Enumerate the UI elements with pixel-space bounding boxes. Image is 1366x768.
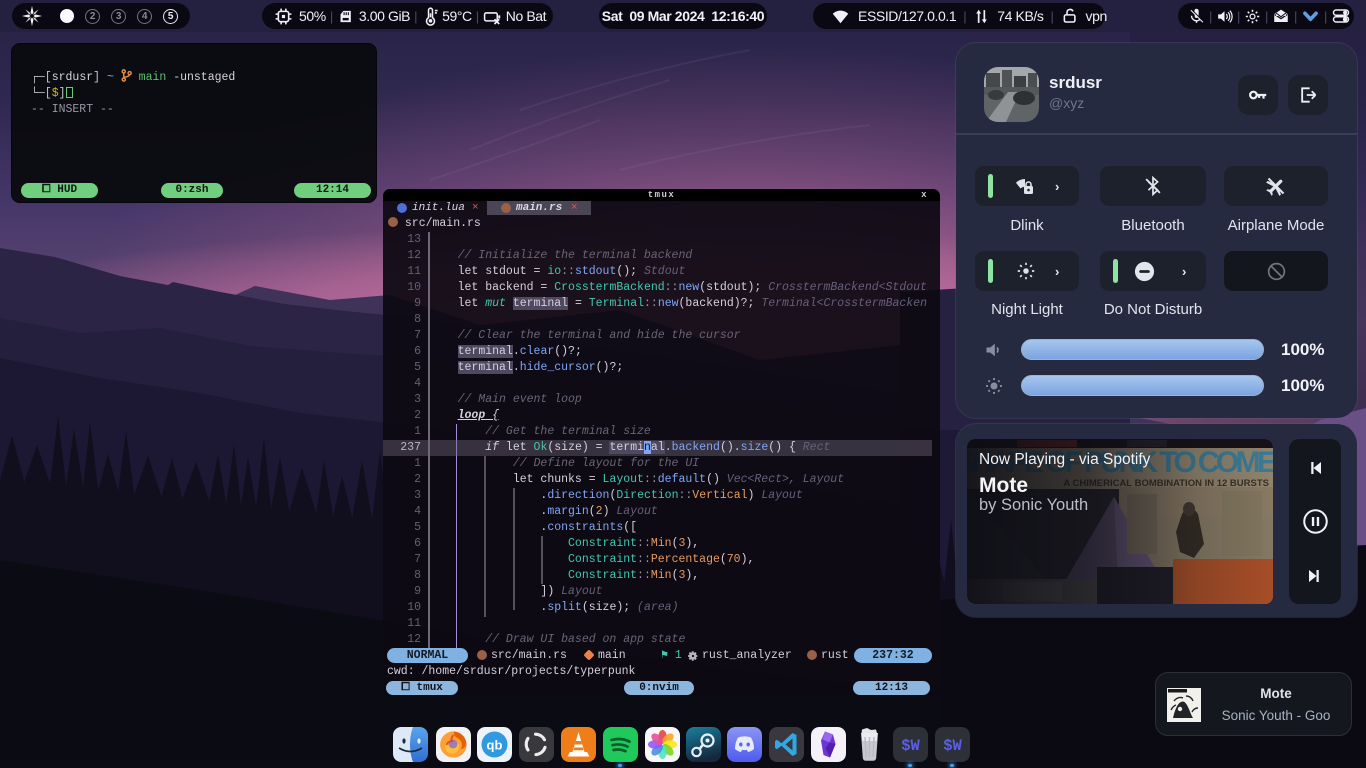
- svg-text:$W: $W: [943, 737, 962, 755]
- svg-text:qb: qb: [487, 738, 503, 753]
- svg-text:$W: $W: [901, 737, 920, 755]
